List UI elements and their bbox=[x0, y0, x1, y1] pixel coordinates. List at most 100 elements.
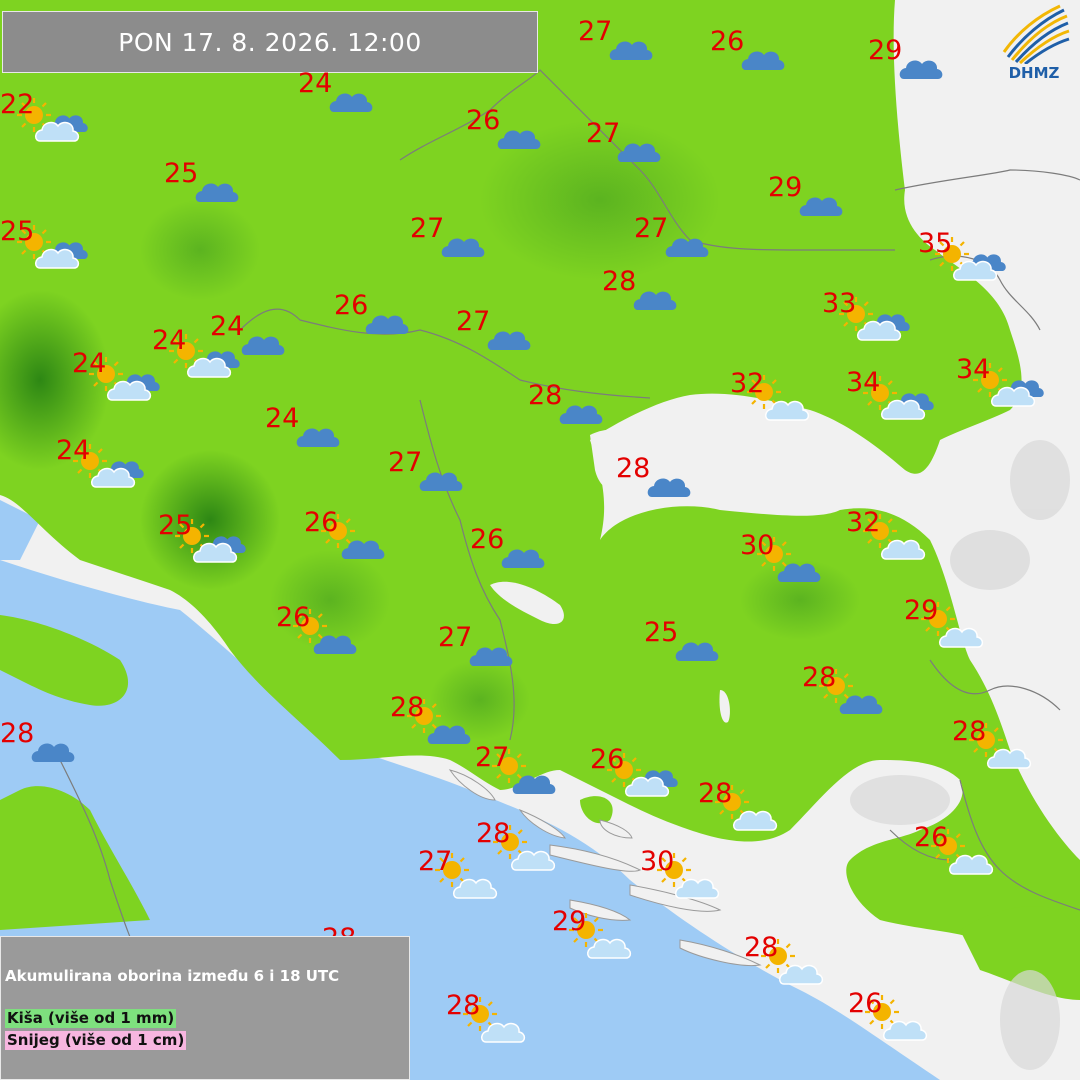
station-marker: 22 bbox=[0, 91, 88, 142]
temperature-label: 28 bbox=[0, 718, 35, 749]
forecast-datetime: PON 17. 8. 2026. 12:00 bbox=[2, 11, 538, 73]
legend-snow: Snijeg (više od 1 cm) bbox=[5, 1031, 187, 1050]
temperature-label: 26 bbox=[276, 602, 311, 633]
station-marker: 28 bbox=[616, 455, 691, 497]
temperature-label: 27 bbox=[634, 213, 669, 244]
station-marker: 26 bbox=[304, 509, 385, 559]
temperature-label: 24 bbox=[56, 435, 91, 466]
station-marker: 35 bbox=[918, 230, 1006, 281]
station-marker: 29 bbox=[868, 37, 943, 79]
station-marker: 34 bbox=[846, 369, 934, 420]
dhmz-logo-text: DHMZ bbox=[1008, 64, 1060, 82]
legend-title: Akumulirana oborina između 6 i 18 UTC bbox=[5, 967, 340, 985]
station-marker: 28 bbox=[322, 925, 356, 952]
station-marker: 26 bbox=[470, 526, 545, 568]
temperature-label: 28 bbox=[446, 990, 481, 1021]
station-marker: 27 bbox=[475, 744, 556, 794]
temperature-label: 26 bbox=[848, 988, 883, 1019]
station-marker: 27 bbox=[418, 848, 498, 899]
dhmz-logo: DHMZ bbox=[998, 2, 1070, 86]
station-marker: 26 bbox=[710, 28, 785, 70]
temperature-label: 33 bbox=[822, 288, 857, 319]
station-marker: 30 bbox=[640, 848, 720, 899]
station-marker: 28 bbox=[528, 382, 603, 424]
station-marker: 28 bbox=[744, 934, 824, 985]
temperature-label: 24 bbox=[265, 403, 300, 434]
temperature-label: 25 bbox=[158, 510, 193, 541]
station-marker: 25 bbox=[0, 218, 88, 269]
station-marker: 28 bbox=[698, 780, 778, 831]
legend-rain: Kiša (više od 1 mm) bbox=[5, 1009, 177, 1028]
temperature-label: 27 bbox=[388, 447, 423, 478]
station-marker: 27 bbox=[388, 449, 463, 491]
temperature-label: 25 bbox=[0, 216, 35, 247]
temperature-label: 27 bbox=[475, 742, 510, 773]
temperature-label: 26 bbox=[334, 290, 369, 321]
temperature-label: 26 bbox=[304, 507, 339, 538]
temperature-label: 25 bbox=[164, 158, 199, 189]
station-marker: 26 bbox=[276, 604, 357, 654]
station-marker: 34 bbox=[956, 356, 1044, 407]
station-marker: 28 bbox=[602, 268, 677, 310]
station-marker: 26 bbox=[914, 824, 994, 875]
station-marker: 29 bbox=[904, 597, 984, 648]
station-marker: 33 bbox=[822, 290, 910, 341]
station-marker: 27 bbox=[410, 215, 485, 257]
temperature-label: 34 bbox=[846, 367, 881, 398]
station-marker: 27 bbox=[634, 215, 709, 257]
station-marker: 28 bbox=[446, 992, 526, 1043]
temperature-label: 29 bbox=[768, 172, 803, 203]
station-marker: 24 bbox=[152, 327, 240, 378]
weather-map: PON 17. 8. 2026. 12:00 DHMZ 27 26 29 24 22 26… bbox=[0, 0, 1080, 1080]
temperature-label: 22 bbox=[0, 89, 35, 120]
station-marker: 24 bbox=[265, 405, 340, 447]
temperature-label: 28 bbox=[698, 778, 733, 809]
temperature-label: 26 bbox=[470, 524, 505, 555]
station-marker: 26 bbox=[334, 292, 409, 334]
temperature-label: 26 bbox=[466, 105, 501, 136]
temperature-label: 32 bbox=[730, 368, 765, 399]
station-marker: 28 bbox=[0, 720, 75, 762]
temperature-label: 27 bbox=[410, 213, 445, 244]
temperature-label: 28 bbox=[602, 266, 637, 297]
temperature-label: 34 bbox=[956, 354, 991, 385]
station-marker: 25 bbox=[164, 160, 239, 202]
station-marker: 32 bbox=[730, 370, 810, 421]
station-marker: 28 bbox=[802, 664, 883, 714]
temperature-label: 27 bbox=[578, 16, 613, 47]
temperature-label: 27 bbox=[456, 306, 491, 337]
station-marker: 27 bbox=[578, 18, 653, 60]
temperature-label: 28 bbox=[802, 662, 837, 693]
temperature-label: 28 bbox=[952, 716, 987, 747]
station-marker: 32 bbox=[846, 509, 926, 560]
temperature-label: 24 bbox=[298, 68, 333, 99]
station-marker: 26 bbox=[590, 746, 678, 797]
station-marker: 28 bbox=[390, 694, 471, 744]
temperature-label: 28 bbox=[476, 818, 511, 849]
station-marker: 25 bbox=[158, 512, 246, 563]
station-marker: 28 bbox=[476, 820, 556, 871]
temperature-label: 35 bbox=[918, 228, 953, 259]
station-marker: 28 bbox=[952, 718, 1032, 769]
station-marker: 27 bbox=[586, 120, 661, 162]
station-marker: 24 bbox=[56, 437, 144, 488]
station-marker: 24 bbox=[72, 350, 160, 401]
temperature-label: 26 bbox=[710, 26, 745, 57]
legend-box: Akumulirana oborina između 6 i 18 UTC Ki… bbox=[0, 936, 410, 1080]
temperature-label: 27 bbox=[418, 846, 453, 877]
temperature-label: 29 bbox=[868, 35, 903, 66]
station-marker: 24 bbox=[298, 70, 373, 112]
temperature-label: 28 bbox=[616, 453, 651, 484]
station-marker: 25 bbox=[644, 619, 719, 661]
station-marker: 27 bbox=[438, 624, 513, 666]
temperature-label: 29 bbox=[552, 906, 587, 937]
station-marker: 29 bbox=[552, 908, 632, 959]
temperature-label: 27 bbox=[438, 622, 473, 653]
temperature-label: 28 bbox=[744, 932, 779, 963]
temperature-label: 28 bbox=[528, 380, 563, 411]
temperature-label: 25 bbox=[644, 617, 679, 648]
temperature-label: 28 bbox=[390, 692, 425, 723]
station-marker: 26 bbox=[466, 107, 541, 149]
temperature-label: 32 bbox=[846, 507, 881, 538]
station-marker: 29 bbox=[768, 174, 843, 216]
